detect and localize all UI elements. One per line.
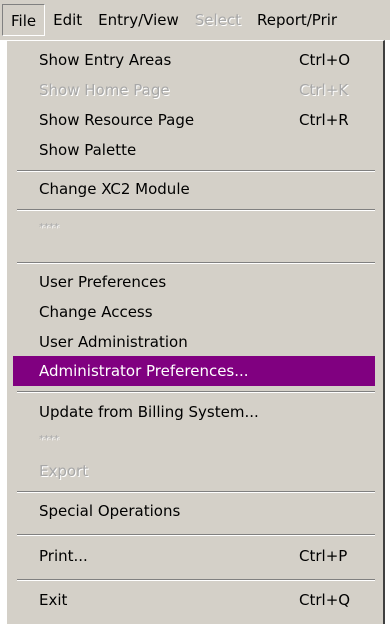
menu-item-change-access[interactable]: Change Access — [13, 297, 375, 327]
menu-item-label: Administrator Preferences... — [39, 362, 249, 380]
menu-item-label: Show Entry Areas — [39, 51, 172, 69]
menu-item-user-administration[interactable]: User Administration — [13, 327, 375, 357]
menu-item-label: Exit — [39, 591, 68, 609]
menu-item-placeholder[interactable]: **** — [13, 213, 375, 243]
menu-item-export[interactable]: Export — [13, 456, 375, 486]
menu-separator — [17, 209, 375, 211]
file-menu-dropdown: Show Entry Areas Ctrl+O Show Home Page C… — [5, 40, 385, 624]
menu-separator — [17, 391, 375, 393]
menu-item-shortcut: Ctrl+Q — [299, 591, 351, 609]
menu-separator — [17, 262, 375, 264]
menu-item-shortcut: Ctrl+P — [299, 547, 348, 565]
menu-item-label: Show Resource Page — [39, 111, 195, 129]
menu-select[interactable]: Select — [187, 4, 249, 36]
menu-item-shortcut: Ctrl+R — [299, 111, 349, 129]
menu-item-placeholder[interactable]: **** — [13, 425, 375, 455]
menu-item-administrator-preferences[interactable]: Administrator Preferences... — [13, 356, 375, 386]
menu-item-show-home-page[interactable]: Show Home Page Ctrl+K — [13, 75, 375, 105]
menu-item-label: **** — [39, 222, 59, 233]
menu-item-label: User Preferences — [39, 273, 167, 291]
menu-entry-view[interactable]: Entry/View — [90, 4, 187, 36]
menu-separator — [17, 170, 375, 172]
menu-item-show-entry-areas[interactable]: Show Entry Areas Ctrl+O — [13, 45, 375, 75]
menu-item-change-module[interactable]: Change XC2 Module — [13, 174, 375, 204]
menu-item-label: Special Operations — [39, 502, 181, 520]
menu-report-print[interactable]: Report/Prir — [249, 4, 345, 36]
menu-separator — [17, 491, 375, 493]
menu-separator — [17, 579, 375, 581]
menu-file[interactable]: File — [2, 4, 46, 36]
menu-item-special-operations[interactable]: Special Operations — [13, 496, 375, 526]
menu-item-shortcut: Ctrl+O — [299, 51, 351, 69]
menu-item-exit[interactable]: Exit Ctrl+Q — [13, 585, 375, 615]
menu-item-label: Update from Billing System... — [39, 403, 259, 421]
menu-item-show-resource-page[interactable]: Show Resource Page Ctrl+R — [13, 105, 375, 135]
menu-edit[interactable]: Edit — [45, 4, 90, 36]
menu-item-label: Show Home Page — [39, 81, 170, 99]
menu-item-update-billing[interactable]: Update from Billing System... — [13, 397, 375, 427]
menu-item-label: **** — [39, 434, 59, 445]
menu-item-label: Change XC2 Module — [39, 180, 190, 198]
menu-item-label: Print... — [39, 547, 88, 565]
menu-item-label: Export — [39, 462, 89, 480]
menu-item-shortcut: Ctrl+K — [299, 81, 349, 99]
menu-item-user-preferences[interactable]: User Preferences — [13, 267, 375, 297]
menu-item-label: Show Palette — [39, 141, 137, 159]
menu-item-label: Change Access — [39, 303, 153, 321]
menu-item-print[interactable]: Print... Ctrl+P — [13, 541, 375, 571]
menu-separator — [17, 534, 375, 536]
menu-item-show-palette[interactable]: Show Palette — [13, 135, 375, 165]
menu-item-label: User Administration — [39, 333, 188, 351]
menu-bar: File Edit Entry/View Select Report/Prir — [0, 0, 390, 40]
